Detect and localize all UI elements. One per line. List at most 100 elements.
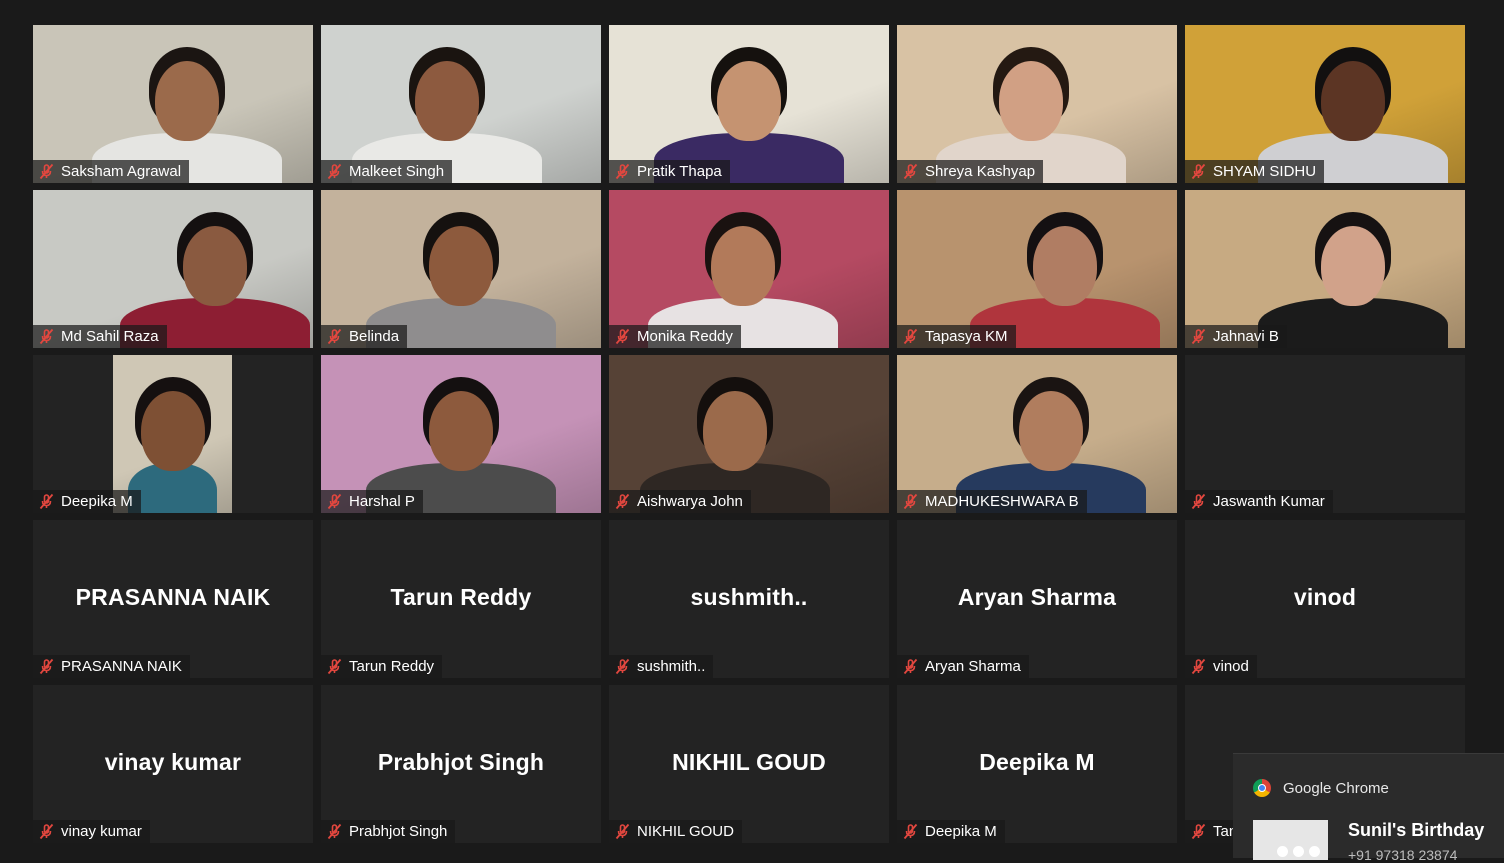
muted-mic-icon	[39, 493, 54, 510]
notification-subtitle: +91 97318 23874	[1348, 847, 1458, 863]
participant-tile[interactable]: Saksham Agrawal	[33, 25, 313, 183]
participant-name: vinay kumar	[61, 823, 142, 840]
participant-tile[interactable]: Md Sahil Raza	[33, 190, 313, 348]
participant-name: PRASANNA NAIK	[61, 658, 182, 675]
participant-name-label: Harshal P	[321, 490, 423, 513]
participant-tile[interactable]: sushmith.. sushmith..	[609, 520, 889, 678]
muted-mic-icon	[1191, 493, 1206, 510]
participant-name: MADHUKESHWARA B	[925, 493, 1079, 510]
participant-tile[interactable]: vinay kumar vinay kumar	[33, 685, 313, 843]
participant-tile[interactable]: Jahnavi B	[1185, 190, 1465, 348]
participant-name-label: Jaswanth Kumar	[1185, 490, 1333, 513]
person-face	[1033, 226, 1097, 306]
muted-mic-icon	[615, 328, 630, 345]
muted-mic-icon	[39, 658, 54, 675]
participant-display-name: vinay kumar	[104, 749, 242, 775]
participant-name-label: Aryan Sharma	[897, 655, 1029, 678]
participant-tile[interactable]: Harshal P	[321, 355, 601, 513]
muted-mic-icon	[327, 658, 342, 675]
participant-name-label: Tarun Reddy	[321, 655, 443, 678]
participant-tile[interactable]: Tarun Reddy Tarun Reddy	[321, 520, 601, 678]
participant-name-label: Shreya Kashyap	[897, 160, 1044, 183]
participant-name: Malkeet Singh	[349, 163, 445, 180]
participant-tile[interactable]: PRASANNA NAIK PRASANNA NAIK	[33, 520, 313, 678]
chrome-notification[interactable]: Google Chrome Sunil's Birthday +91 97318…	[1233, 753, 1504, 863]
participant-tile[interactable]: Aryan Sharma Aryan Sharma	[897, 520, 1177, 678]
person-face	[711, 226, 776, 306]
participant-name-label: Deepika M	[897, 820, 1005, 843]
participant-name-label: PRASANNA NAIK	[33, 655, 190, 678]
participant-tile[interactable]: SHYAM SIDHU	[1185, 25, 1465, 183]
participant-display-name: Tarun Reddy	[390, 584, 532, 610]
person-face	[155, 61, 219, 141]
participant-tile[interactable]: Monika Reddy	[609, 190, 889, 348]
participant-tile[interactable]: Deepika M Deepika M	[897, 685, 1177, 843]
person-face	[1019, 391, 1083, 471]
participant-name-label: Saksham Agrawal	[33, 160, 190, 183]
video-grid: Saksham Agrawal Malkeet Singh Pratik Thapa…	[33, 25, 1465, 843]
participant-display-name: PRASANNA NAIK	[75, 584, 271, 610]
participant-name-label: sushmith..	[609, 655, 714, 678]
person-face	[717, 61, 781, 141]
participant-tile[interactable]: NIKHIL GOUD NIKHIL GOUD	[609, 685, 889, 843]
participant-display-name: NIKHIL GOUD	[672, 749, 826, 775]
participant-name: Shreya Kashyap	[925, 163, 1036, 180]
participant-name: Saksham Agrawal	[61, 163, 182, 180]
participant-tile[interactable]: Prabhjot Singh Prabhjot Singh	[321, 685, 601, 843]
muted-mic-icon	[903, 493, 918, 510]
participant-name-label: Pratik Thapa	[609, 160, 730, 183]
muted-mic-icon	[39, 823, 54, 840]
participant-name: Tapasya KM	[925, 328, 1008, 345]
muted-mic-icon	[1191, 658, 1206, 675]
participant-tile[interactable]: Belinda	[321, 190, 601, 348]
muted-mic-icon	[327, 823, 342, 840]
participant-name: Deepika M	[61, 493, 133, 510]
muted-mic-icon	[903, 328, 918, 345]
participant-name: vinod	[1213, 658, 1249, 675]
participant-tile[interactable]: vinod vinod	[1185, 520, 1465, 678]
participant-name: Deepika M	[925, 823, 997, 840]
person-face	[1321, 61, 1385, 141]
notification-thumbnail	[1253, 820, 1328, 860]
muted-mic-icon	[327, 493, 342, 510]
participant-name-label: Md Sahil Raza	[33, 325, 167, 348]
participant-name-label: SHYAM SIDHU	[1185, 160, 1325, 183]
participant-tile[interactable]: Malkeet Singh	[321, 25, 601, 183]
participant-tile[interactable]: Jaswanth Kumar	[1185, 355, 1465, 513]
muted-mic-icon	[903, 163, 918, 180]
participant-display-name: vinod	[1293, 584, 1357, 610]
participant-display-name: Aryan Sharma	[957, 584, 1117, 610]
participant-name: sushmith..	[637, 658, 706, 675]
participant-name-label: Jahnavi B	[1185, 325, 1287, 348]
participant-name-label: Prabhjot Singh	[321, 820, 456, 843]
person-face	[429, 391, 493, 471]
person-face	[703, 391, 767, 471]
muted-mic-icon	[1191, 328, 1206, 345]
participant-name-label: Monika Reddy	[609, 325, 741, 348]
muted-mic-icon	[615, 658, 630, 675]
muted-mic-icon	[1191, 823, 1206, 840]
person-face	[140, 391, 205, 471]
participant-name: Belinda	[349, 328, 400, 345]
participant-name: Monika Reddy	[637, 328, 733, 345]
participant-tile[interactable]: Pratik Thapa	[609, 25, 889, 183]
chrome-icon	[1253, 779, 1271, 797]
participant-name-label: Deepika M	[33, 490, 141, 513]
muted-mic-icon	[1191, 163, 1206, 180]
participant-tile[interactable]: Shreya Kashyap	[897, 25, 1177, 183]
participant-tile[interactable]: MADHUKESHWARA B	[897, 355, 1177, 513]
participant-name: Md Sahil Raza	[61, 328, 159, 345]
participant-tile[interactable]: Aishwarya John	[609, 355, 889, 513]
participant-tile[interactable]: Tapasya KM	[897, 190, 1177, 348]
muted-mic-icon	[903, 658, 918, 675]
participant-name-label: MADHUKESHWARA B	[897, 490, 1087, 513]
muted-mic-icon	[39, 328, 54, 345]
person-face	[429, 226, 493, 306]
muted-mic-icon	[615, 163, 630, 180]
muted-mic-icon	[615, 493, 630, 510]
participant-name-label: Malkeet Singh	[321, 160, 453, 183]
person-face	[1321, 226, 1385, 306]
participant-tile[interactable]: Deepika M	[33, 355, 313, 513]
participant-name-label: NIKHIL GOUD	[609, 820, 742, 843]
muted-mic-icon	[903, 823, 918, 840]
